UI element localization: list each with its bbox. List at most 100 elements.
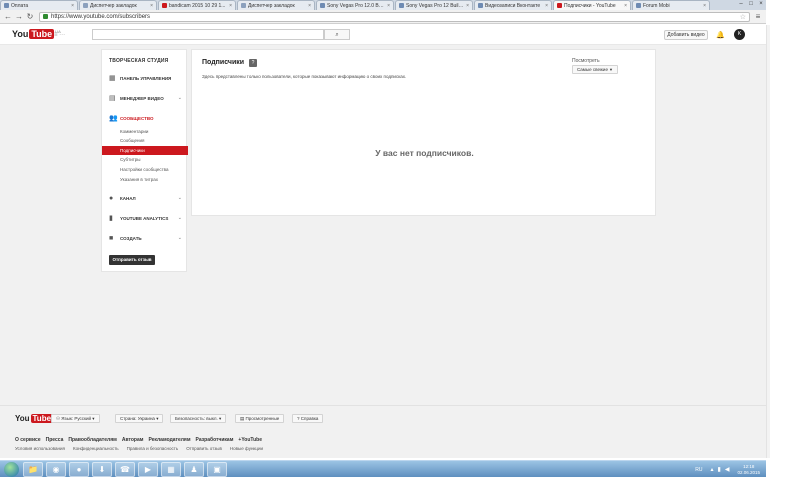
forward-arrow-icon[interactable]: → [14, 12, 24, 22]
start-button[interactable] [4, 461, 19, 477]
sidebar-item-analytics[interactable]: ▮ YOUTUBE ANALYTICS ⌄ [102, 213, 188, 223]
country-button[interactable]: Страна: Украина ▾ [115, 414, 164, 423]
tab-close-icon[interactable]: × [229, 3, 232, 9]
studio-title[interactable]: ТВОРЧЕСКАЯ СТУДИЯ [109, 58, 168, 64]
notifications-bell-icon[interactable]: 🔔 [716, 31, 725, 39]
taskbar-app-icon[interactable]: ☎ [115, 461, 135, 477]
footer-link[interactable]: +YouTube [238, 437, 262, 443]
page-favicon-icon [478, 3, 483, 8]
footer-link[interactable]: О сервисе [15, 437, 41, 443]
close-window-icon[interactable]: × [756, 0, 766, 8]
system-tray: RU ▴ ▮ ◀ 12:18 02.06.2015 [695, 461, 766, 478]
sidebar-item-channel[interactable]: ● КАНАЛ ⌄ [102, 193, 188, 203]
browser-tab[interactable]: bandicam 2015 10 29 1... × [158, 0, 236, 10]
footer-link[interactable]: Рекламодателям [148, 437, 190, 443]
sidebar-item-dashboard[interactable]: ▦ ПАНЕЛЬ УПРАВЛЕНИЯ [102, 73, 188, 83]
language-indicator[interactable]: RU [695, 467, 702, 473]
search-icon: ⌕ [335, 32, 339, 38]
search-button[interactable]: ⌕ [324, 29, 350, 40]
browser-tab[interactable]: Sony Vegas Pro 12 Build... × [395, 0, 473, 10]
sidebar-item-create[interactable]: ■ СОЗДАТЬ ⌄ [102, 233, 188, 243]
tab-close-icon[interactable]: × [387, 3, 390, 9]
browser-tab[interactable]: Диспетчер закладок × [79, 0, 157, 10]
taskbar-app-icon[interactable]: ▶ [138, 461, 158, 477]
footer-link[interactable]: Пресса [46, 437, 64, 443]
logo-you: You [12, 29, 29, 39]
tab-close-icon[interactable]: × [150, 3, 153, 9]
footer-link[interactable]: Авторам [122, 437, 144, 443]
url-text[interactable]: https://www.youtube.com/subscribers [51, 14, 740, 20]
tab-close-icon[interactable]: × [624, 3, 627, 9]
tab-close-icon[interactable]: × [308, 3, 311, 9]
subscribers-panel: Подписчики ? Здесь представлены только п… [191, 49, 656, 216]
taskbar-app-icon[interactable]: ▦ [161, 461, 181, 477]
page-scrollbar[interactable] [766, 25, 770, 458]
footer-secondary-link[interactable]: Условия использования [15, 446, 65, 451]
back-arrow-icon[interactable]: ← [3, 12, 13, 22]
browser-tab[interactable]: Подписчики - YouTube × [553, 0, 631, 10]
help-button[interactable]: ? Справка [292, 414, 324, 423]
footer-link[interactable]: Разработчикам [196, 437, 234, 443]
footer-secondary-link[interactable]: Правила и безопасность [127, 446, 179, 451]
taskbar-app-icon[interactable]: ⬇ [92, 461, 112, 477]
bookmark-star-icon[interactable]: ☆ [740, 13, 746, 21]
taskbar-app-icon[interactable]: ♟ [184, 461, 204, 477]
bookmark-favicon-icon [83, 3, 88, 8]
sort-dropdown[interactable]: Самые свежие ▼ [572, 65, 618, 74]
youtube-favicon-icon [557, 3, 562, 8]
history-button[interactable]: ▤ Просмотренные [235, 414, 285, 423]
taskbar-app-icon[interactable]: 📁 [23, 461, 43, 477]
send-feedback-button[interactable]: Отправить отзыв [109, 255, 155, 265]
tab-close-icon[interactable]: × [466, 3, 469, 9]
help-icon[interactable]: ? [249, 59, 257, 67]
tab-close-icon[interactable]: × [545, 3, 548, 9]
sidebar-subitem-comments[interactable]: Комментарии [102, 127, 188, 136]
taskbar-app-icon[interactable]: ▣ [207, 461, 227, 477]
address-bar[interactable]: https://www.youtube.com/subscribers ☆ [39, 11, 750, 22]
reload-icon[interactable]: ↻ [25, 12, 35, 22]
browser-tab[interactable]: Sony Vegas Pro 12.0 Build... × [316, 0, 394, 10]
network-icon[interactable]: ▮ [718, 466, 721, 473]
tray-arrow-icon[interactable]: ▴ [711, 466, 714, 473]
browser-tab[interactable]: Видеозаписи Вконтакте × [474, 0, 552, 10]
footer-secondary-link[interactable]: Новые функции [230, 446, 263, 451]
clock-date: 02.06.2015 [737, 469, 760, 475]
footer-youtube-logo[interactable]: You Tube [15, 414, 54, 423]
taskbar-app-icon[interactable]: ◉ [46, 461, 66, 477]
volume-icon[interactable]: ◀ [725, 466, 730, 473]
guide-menu-icon[interactable]: ≡ ··· [54, 32, 65, 38]
windows-taskbar: 📁 ◉ ● ⬇ ☎ ▶ ▦ ♟ ▣ RU ▴ ▮ ◀ 12:18 02.06.2015 [0, 460, 766, 477]
sidebar-subitem-community-settings[interactable]: Настройки сообщества [102, 165, 188, 174]
browser-tab[interactable]: Forum Mobi × [632, 0, 710, 10]
minimize-icon[interactable]: – [736, 0, 746, 8]
language-button[interactable]: ⚇ Язык: Русский ▾ [51, 414, 100, 423]
clock[interactable]: 12:18 02.06.2015 [737, 464, 760, 476]
channel-icon: ● [109, 194, 114, 202]
search-input[interactable] [92, 29, 324, 40]
create-icon: ■ [109, 234, 114, 242]
safety-button[interactable]: Безопасность: выкл. ▾ [170, 414, 227, 423]
tab-close-icon[interactable]: × [71, 3, 74, 9]
taskbar-app-icon[interactable]: ● [69, 461, 89, 477]
browser-tab[interactable]: Оплата × [0, 0, 78, 10]
sidebar-item-community[interactable]: 👥 СООБЩЕСТВО [102, 113, 188, 123]
footer-secondary-link[interactable]: Отправить отзыв [186, 446, 222, 451]
browser-tab-label: Диспетчер закладок [90, 2, 137, 9]
avatar[interactable]: K [734, 29, 745, 40]
sidebar-item-video-manager[interactable]: ▤ МЕНЕДЖЕР ВИДЕО ⌄ [102, 93, 188, 103]
sidebar-subitem-subtitles[interactable]: Субтитры [102, 155, 188, 164]
dashboard-icon: ▦ [109, 74, 116, 82]
footer-link[interactable]: Правообладателям [68, 437, 116, 443]
logo-tube: Tube [29, 29, 55, 39]
tab-close-icon[interactable]: × [703, 3, 706, 9]
sidebar-subitem-subscribers[interactable]: Подписчики [102, 146, 188, 155]
sidebar-subitem-messages[interactable]: Сообщения [102, 136, 188, 145]
footer-secondary-link[interactable]: Конфиденциальность [73, 446, 119, 451]
lock-icon [43, 14, 48, 19]
sidebar-subitem-credits[interactable]: Указания в титрах [102, 175, 188, 184]
maximize-icon[interactable]: □ [746, 0, 756, 8]
browser-menu-icon[interactable]: ≡ [753, 12, 763, 21]
browser-toolbar: ← → ↻ https://www.youtube.com/subscriber… [0, 10, 766, 24]
browser-tab[interactable]: Диспетчер закладок × [237, 0, 315, 10]
upload-button[interactable]: Добавить видео [664, 30, 708, 40]
